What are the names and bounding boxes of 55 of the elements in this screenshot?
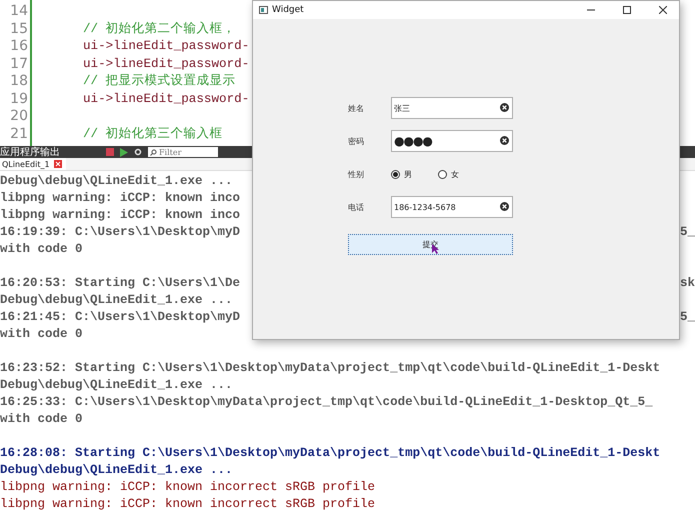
radio-button[interactable]: 女 — [438, 168, 485, 180]
output-line: libpng warning: iCCP: known inco — [0, 190, 240, 207]
output-line: 16:25:33: C:\Users\1\Desktop\myData\project_tmp\qt\code\build-QLineEdit_1-Desktop_Qt_5_ — [0, 394, 653, 411]
line-number: 18 — [9, 73, 29, 90]
close-icon[interactable] — [659, 6, 667, 14]
field-label: 性别 — [348, 168, 365, 180]
output-line: with code 0 — [0, 326, 83, 343]
output-line: Debug\debug\QLineEdit_1.exe ... — [0, 292, 233, 309]
app-icon — [259, 6, 268, 14]
output-line: Debug\debug\QLineEdit_1.exe ... — [0, 462, 233, 479]
output-line: with code 0 — [0, 241, 83, 258]
code-line: ui->lineEdit_password- — [83, 38, 250, 55]
line-number: 21 — [9, 126, 29, 143]
output-line: 16:21:45: C:\Users\1\Desktop\myD — [0, 309, 240, 326]
search-icon — [150, 148, 157, 156]
code-comment: // 初始化第三个输入框 — [83, 126, 223, 142]
input-field[interactable]: 186-1234-5678 — [391, 196, 513, 218]
pane-title: 应用程序输出 — [0, 146, 61, 159]
clear-icon[interactable] — [500, 136, 509, 145]
line-number: 17 — [9, 56, 29, 73]
code-line: ui->lineEdit_password- — [83, 56, 250, 72]
output-line: with code 0 — [0, 411, 83, 428]
field-label: 密码 — [348, 136, 365, 146]
output-line: 16:19:39: C:\Users\1\Desktop\myD — [0, 224, 240, 241]
clear-icon[interactable] — [500, 103, 509, 112]
output-line: 5_ — [680, 224, 695, 241]
output-line: sk — [680, 275, 695, 292]
output-tab[interactable]: QLineEdit_1 — [0, 158, 66, 170]
code-comment: // 初始化第二个输入框， — [83, 20, 236, 38]
clear-icon[interactable] — [500, 202, 509, 211]
output-line: libpng warning: iCCP: known incorrect sRGB profile — [0, 496, 376, 513]
output-line: Debug\debug\QLineEdit_1.exe ... — [0, 173, 233, 190]
code-line: ui->lineEdit_password- — [83, 90, 250, 108]
output-line: Debug\debug\QLineEdit_1.exe ... — [0, 377, 233, 394]
maximize-icon[interactable] — [623, 6, 631, 14]
line-number: 14 — [9, 3, 29, 20]
filter-field[interactable]: Filter — [148, 147, 218, 157]
field-label: 姓名 — [348, 102, 365, 114]
line-number: 19 — [9, 90, 29, 108]
line-number: 15 — [9, 20, 29, 38]
password-field[interactable]: ●●●● — [391, 130, 513, 152]
output-line: libpng warning: iCCP: known incorrect sRGB profile — [0, 479, 376, 496]
radio-button[interactable]: 男 — [391, 168, 438, 180]
input-field[interactable]: 张三 — [391, 97, 513, 119]
run-icon[interactable] — [120, 148, 128, 156]
output-line: 16:23:52: Starting C:\Users\1\Desktop\myData\project_tmp\qt\code\build-QLineEdit_1-Deskt — [0, 360, 660, 377]
window-title: Widget — [272, 5, 305, 15]
field-label: 电话 — [348, 202, 365, 212]
output-line: libpng warning: iCCP: known inco — [0, 207, 240, 224]
output-line: 16:28:08: Starting C:\Users\1\Desktop\myData\project_tmp\qt\code\build-QLineEdit_1-Deskt — [0, 445, 660, 462]
line-number: 16 — [9, 38, 29, 56]
output-line: 16:20:53: Starting C:\Users\1\De — [0, 275, 240, 292]
output-line: 5_ — [680, 309, 695, 326]
line-number: 20 — [9, 108, 29, 126]
code-comment: // 把显示模式设置成显示 — [83, 73, 236, 90]
